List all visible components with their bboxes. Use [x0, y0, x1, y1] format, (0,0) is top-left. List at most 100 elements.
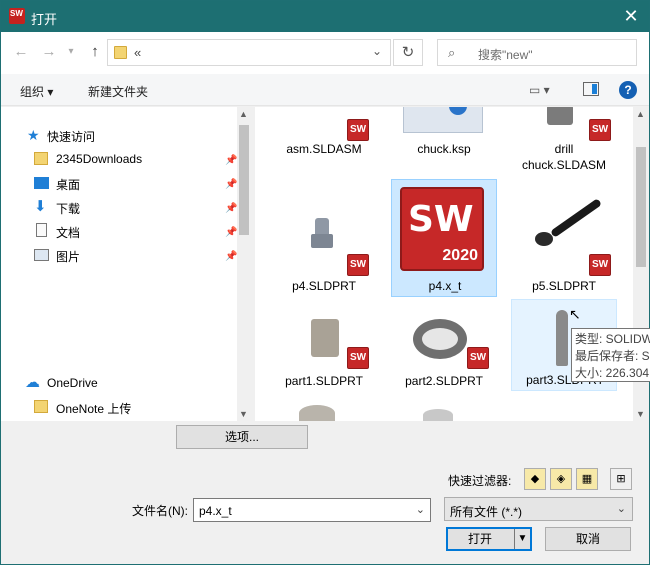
- file-tile[interactable]: SW drill chuck.SLDASM: [511, 107, 617, 179]
- file-name: part2.SLDPRT: [405, 374, 483, 388]
- solidworks-icon: SW: [467, 347, 489, 369]
- organize-menu[interactable]: 组织 ▾: [20, 83, 53, 100]
- sleeve-part-thumbnail: [311, 319, 339, 357]
- pin-icon: 📌: [225, 227, 238, 238]
- back-icon[interactable]: ←: [11, 42, 31, 62]
- quick-filter-label: 快速过滤器:: [448, 474, 512, 488]
- sw-icon-text: SW: [408, 199, 474, 240]
- filter-drawings-icon[interactable]: ▦: [576, 468, 598, 490]
- chuck-box-thumbnail: [403, 107, 483, 133]
- scroll-up-icon[interactable]: ▲: [239, 109, 248, 119]
- folder-icon: [34, 400, 48, 413]
- tooltip-saved-by: 最后保存者: SI: [575, 349, 650, 363]
- navigation-bar: ← → ▾ ↑ « ⌄ ↻ ⌕ 搜索"new": [1, 32, 649, 74]
- open-file-dialog: 打开 ✕ ← → ▾ ↑ « ⌄ ↻ ⌕ 搜索"new" 组织 ▾ 新建文件夹 …: [0, 0, 650, 565]
- scroll-down-icon[interactable]: ▼: [636, 409, 645, 419]
- file-tile[interactable]: SW part2.SLDPRT: [391, 305, 497, 421]
- pin-icon: 📌: [225, 155, 238, 166]
- pin-icon: 📌: [225, 179, 238, 190]
- dialog-footer: 选项... 快速过滤器: ◆ ◈ ▦ ⊞ 文件名(N): p4.x_t ⌄ 所有…: [1, 421, 649, 564]
- desktop-icon: [34, 177, 49, 189]
- file-name: part1.SLDPRT: [285, 374, 363, 388]
- file-name: p4.x_t: [428, 279, 462, 293]
- breadcrumb[interactable]: «: [134, 45, 141, 60]
- filetype-value: 所有文件 (*.*): [450, 505, 523, 519]
- navigation-pane: ★ 快速访问 2345Downloads 📌 桌面 📌 ⬇ 下载 📌 文档 📌 …: [1, 107, 251, 421]
- pin-icon: 📌: [225, 251, 238, 262]
- picture-icon: [34, 249, 49, 261]
- drill-chuck-thumbnail: [547, 107, 573, 125]
- drill-bit-thumbnail: [556, 310, 568, 366]
- sw-icon-year: 2020: [442, 247, 478, 264]
- new-folder-button[interactable]: 新建文件夹: [88, 83, 148, 100]
- help-icon[interactable]: ?: [619, 81, 637, 99]
- solidworks-2020-icon: SW 2020: [400, 187, 484, 271]
- file-tile-partial[interactable]: [299, 405, 335, 421]
- solidworks-app-icon: [9, 8, 25, 24]
- file-tile-selected[interactable]: SW 2020 p4.x_t: [391, 179, 497, 297]
- command-bar: 组织 ▾ 新建文件夹 ▭ ▾ ?: [1, 74, 649, 106]
- forward-icon[interactable]: →: [39, 42, 59, 62]
- pen-part-thumbnail: [535, 232, 553, 246]
- close-icon[interactable]: ✕: [619, 5, 643, 27]
- file-name: chuck.ksp: [417, 142, 471, 156]
- title-bar: 打开 ✕: [1, 1, 649, 32]
- file-tile[interactable]: chuck.ksp: [391, 107, 497, 167]
- sidebar-item-label: 下载: [56, 202, 81, 216]
- cancel-button[interactable]: 取消: [545, 527, 631, 551]
- address-bar[interactable]: « ⌄: [107, 39, 391, 66]
- folder-icon: [34, 152, 48, 165]
- scroll-down-icon[interactable]: ▼: [239, 409, 248, 419]
- file-tile[interactable]: SW asm.SLDASM: [271, 107, 377, 167]
- filename-input[interactable]: p4.x_t ⌄: [193, 498, 431, 522]
- window-title: 打开: [31, 12, 58, 27]
- chevron-down-icon[interactable]: ⌄: [416, 503, 425, 516]
- filter-parts-icon[interactable]: ◆: [524, 468, 546, 490]
- solidworks-icon: SW: [589, 254, 611, 276]
- file-name: asm.SLDASM: [286, 142, 362, 156]
- file-name: p5.SLDPRT: [532, 279, 596, 293]
- file-tile[interactable]: SW p5.SLDPRT: [511, 182, 617, 300]
- sidebar-scrollbar[interactable]: ▲ ▼: [237, 107, 251, 421]
- solidworks-icon: SW: [589, 119, 611, 141]
- file-name: drill chuck.SLDASM: [521, 142, 607, 172]
- scrollbar-thumb[interactable]: [239, 125, 249, 235]
- tooltip-size: 大小: 226.304: [575, 366, 650, 380]
- pin-icon: 📌: [225, 203, 238, 214]
- folder-icon: [114, 46, 127, 59]
- change-view-icon[interactable]: ▭ ▾: [529, 83, 550, 97]
- search-icon: ⌕: [448, 45, 456, 60]
- tooltip-type: 类型: SOLIDW: [575, 332, 650, 346]
- open-button[interactable]: 打开 ▼: [446, 527, 532, 551]
- options-button[interactable]: 选项...: [176, 425, 308, 449]
- recent-locations-icon[interactable]: ▾: [61, 42, 81, 62]
- file-tile[interactable]: SW p4.SLDPRT: [271, 182, 377, 300]
- filetype-select[interactable]: 所有文件 (*.*) ⌄: [444, 497, 633, 521]
- filename-label: 文件名(N):: [132, 504, 188, 518]
- refresh-icon[interactable]: ↻: [393, 39, 423, 66]
- chevron-down-icon[interactable]: ⌄: [372, 44, 382, 58]
- solidworks-icon: SW: [347, 254, 369, 276]
- file-name: p4.SLDPRT: [292, 279, 356, 293]
- file-tile-partial[interactable]: [423, 409, 453, 421]
- file-tile[interactable]: SW part1.SLDPRT: [271, 305, 377, 421]
- sidebar-item-label: 桌面: [56, 178, 81, 192]
- search-box[interactable]: ⌕ 搜索"new": [437, 39, 637, 66]
- open-button-label: 打开: [468, 532, 493, 546]
- filter-top-level-icon[interactable]: ⊞: [610, 468, 632, 490]
- document-icon: [36, 223, 47, 237]
- sidebar-item-label: 快速访问: [47, 130, 96, 144]
- sidebar-item-label: OneNote 上传: [56, 402, 132, 416]
- solidworks-icon: SW: [347, 347, 369, 369]
- filter-assemblies-icon[interactable]: ◈: [550, 468, 572, 490]
- filename-value: p4.x_t: [199, 504, 232, 518]
- open-split-dropdown-icon[interactable]: ▼: [514, 529, 530, 549]
- chevron-down-icon[interactable]: ⌄: [617, 502, 626, 515]
- solidworks-icon: SW: [347, 119, 369, 141]
- scroll-up-icon[interactable]: ▲: [636, 109, 645, 119]
- mouse-cursor-icon: ↖: [569, 306, 581, 322]
- scrollbar-thumb[interactable]: [636, 147, 646, 267]
- preview-pane-icon[interactable]: [583, 82, 599, 96]
- up-folder-icon[interactable]: ↑: [85, 42, 105, 62]
- sidebar-item-label: 文档: [56, 226, 81, 240]
